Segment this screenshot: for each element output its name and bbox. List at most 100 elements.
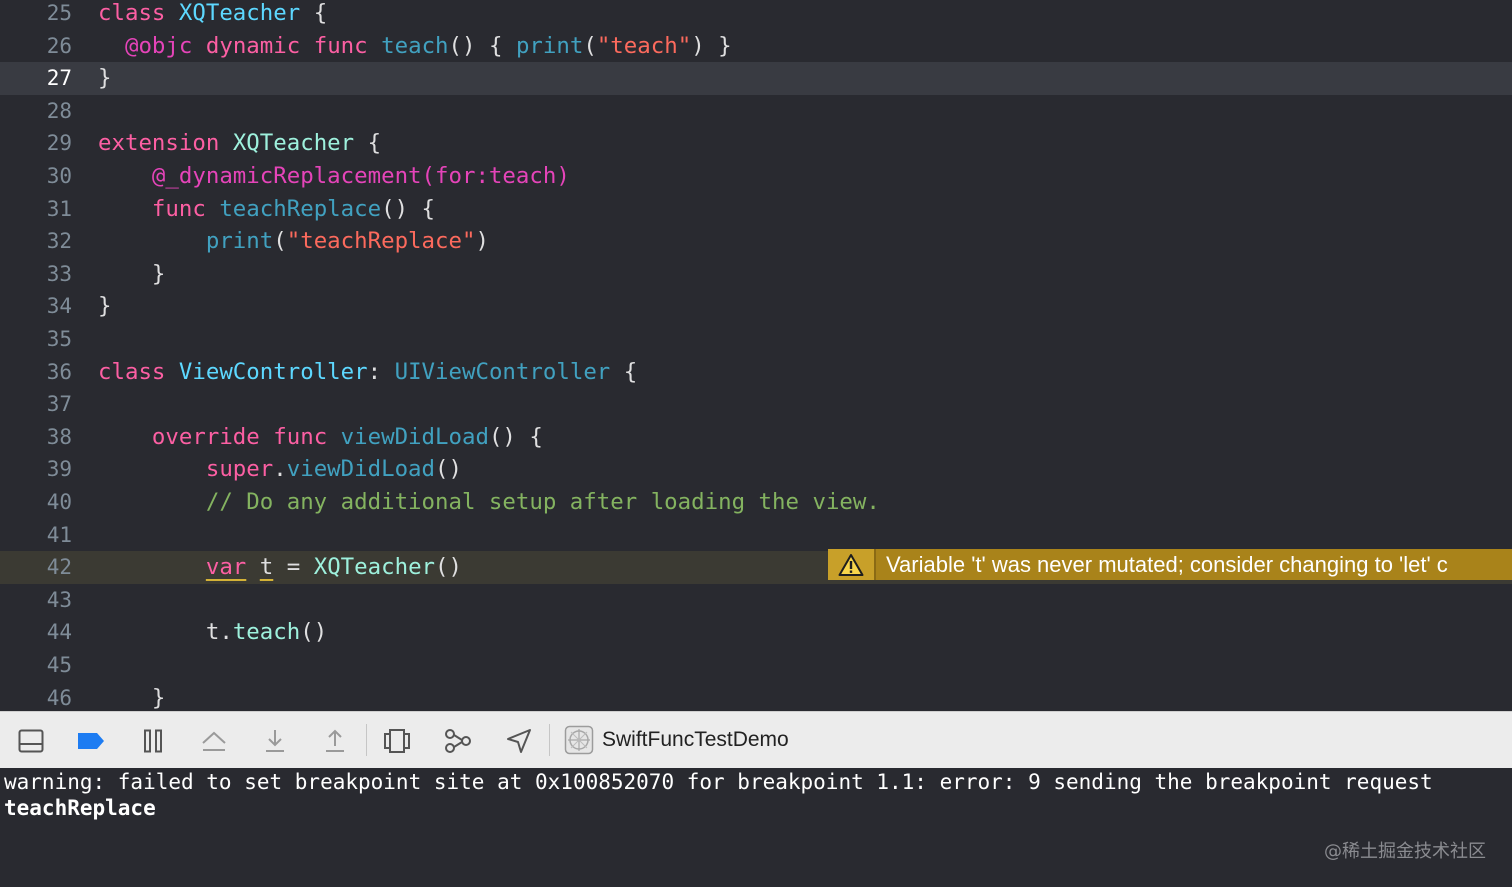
code-text[interactable]: @objc dynamic func teach() { print("teac… <box>98 30 732 63</box>
code-line[interactable]: 29 extension XQTeacher { <box>0 127 1512 160</box>
step-over-icon[interactable] <box>199 726 229 756</box>
code-token: ) <box>475 228 489 255</box>
code-line[interactable]: 44 t.teach() <box>0 616 1512 649</box>
line-number[interactable]: 31 <box>0 193 72 226</box>
code-token: t. <box>98 619 233 646</box>
code-text[interactable]: var t = XQTeacher() <box>98 551 462 584</box>
code-text[interactable]: print("teachReplace") <box>98 225 489 258</box>
line-number[interactable]: 25 <box>0 0 72 30</box>
line-number[interactable]: 46 <box>0 682 72 711</box>
code-line[interactable]: 45 <box>0 649 1512 682</box>
step-into-icon[interactable] <box>260 726 290 756</box>
code-line[interactable]: 28 <box>0 95 1512 128</box>
line-number[interactable]: 26 <box>0 30 72 63</box>
line-number[interactable]: 42 <box>0 551 72 584</box>
code-line[interactable]: 27} <box>0 62 1512 95</box>
code-text[interactable]: override func viewDidLoad() { <box>98 421 543 454</box>
breakpoints-toggle-icon[interactable] <box>76 726 106 756</box>
code-token: : <box>367 358 395 385</box>
code-token: () { <box>488 423 543 450</box>
code-line[interactable]: 30 @_dynamicReplacement(for:teach) <box>0 160 1512 193</box>
code-token: { <box>610 358 638 385</box>
scheme-selector[interactable]: SwiftFuncTestDemo <box>564 724 789 756</box>
line-number[interactable]: 36 <box>0 356 72 389</box>
code-line[interactable]: 46 } <box>0 682 1512 711</box>
line-number[interactable]: 28 <box>0 95 72 128</box>
line-number[interactable]: 32 <box>0 225 72 258</box>
line-number[interactable]: 30 <box>0 160 72 193</box>
code-token: viewDidLoad <box>340 423 489 450</box>
code-token: "teach" <box>596 32 692 59</box>
simulate-location-icon[interactable] <box>504 726 534 756</box>
code-token: } <box>98 684 166 711</box>
debug-console[interactable]: warning: failed to set breakpoint site a… <box>0 768 1512 887</box>
code-line[interactable]: 40 // Do any additional setup after load… <box>0 486 1512 519</box>
code-line[interactable]: 25 class XQTeacher { <box>0 0 1512 30</box>
code-line[interactable]: 39 super.viewDidLoad() <box>0 453 1512 486</box>
code-line[interactable]: 33 } <box>0 258 1512 291</box>
code-token: UIViewController <box>394 358 611 385</box>
line-number[interactable]: 41 <box>0 519 72 552</box>
code-editor[interactable]: 25 class XQTeacher {26 @objc dynamic func… <box>0 0 1512 711</box>
code-text[interactable]: } <box>98 62 111 95</box>
memory-graph-icon[interactable] <box>443 726 473 756</box>
code-line[interactable]: 38 override func viewDidLoad() { <box>0 421 1512 454</box>
code-line[interactable]: 36 class ViewController: UIViewController… <box>0 356 1512 389</box>
line-number[interactable]: 43 <box>0 584 72 617</box>
code-text[interactable]: } <box>98 682 166 711</box>
line-number[interactable]: 27 <box>0 62 72 95</box>
toolbar-divider <box>549 724 550 756</box>
line-number[interactable]: 37 <box>0 388 72 421</box>
code-text[interactable]: class XQTeacher { <box>98 0 327 30</box>
line-number[interactable]: 34 <box>0 290 72 323</box>
line-number[interactable]: 44 <box>0 616 72 649</box>
code-token: func <box>151 195 206 222</box>
view-hierarchy-icon[interactable] <box>382 726 412 756</box>
line-number[interactable]: 29 <box>0 127 72 160</box>
code-line[interactable]: 41 <box>0 519 1512 552</box>
code-text[interactable]: extension XQTeacher { <box>98 127 381 160</box>
code-token: { <box>354 130 382 157</box>
line-number[interactable]: 38 <box>0 421 72 454</box>
code-token: teach <box>232 619 301 646</box>
console-warning-line: warning: failed to set breakpoint site a… <box>4 770 1433 794</box>
code-text[interactable]: t.teach() <box>98 616 327 649</box>
code-line[interactable]: 31 func teachReplace() { <box>0 193 1512 226</box>
step-out-icon[interactable] <box>320 726 350 756</box>
hide-debug-area-icon[interactable] <box>16 726 46 756</box>
code-text[interactable]: } <box>98 290 111 323</box>
code-text[interactable]: class ViewController: UIViewController { <box>98 356 637 389</box>
code-token: dynamic <box>205 32 301 59</box>
code-text[interactable]: // Do any additional setup after loading… <box>98 486 880 519</box>
code-token: "teachReplace" <box>286 228 476 255</box>
code-token: XQTeacher <box>313 554 436 581</box>
warning-triangle-icon <box>828 549 876 580</box>
code-token: t <box>259 554 274 581</box>
code-text[interactable]: } <box>98 258 166 291</box>
code-text[interactable]: func teachReplace() { <box>98 193 435 226</box>
pause-icon[interactable] <box>138 726 168 756</box>
line-number[interactable]: 45 <box>0 649 72 682</box>
line-number[interactable]: 35 <box>0 323 72 356</box>
code-token: } <box>98 293 112 320</box>
line-number[interactable]: 33 <box>0 258 72 291</box>
code-line[interactable]: 34} <box>0 290 1512 323</box>
code-text[interactable]: super.viewDidLoad() <box>98 453 462 486</box>
line-number[interactable]: 39 <box>0 453 72 486</box>
code-line[interactable]: 26 @objc dynamic func teach() { print("t… <box>0 30 1512 63</box>
code-line[interactable]: 35 <box>0 323 1512 356</box>
code-token: @_dynamicReplacement(for:teach) <box>151 163 570 189</box>
code-line[interactable]: 32 print("teachReplace") <box>0 225 1512 258</box>
code-line[interactable]: 37 <box>0 388 1512 421</box>
code-token: () <box>435 456 462 483</box>
warning-banner[interactable]: Variable 't' was never mutated; consider… <box>828 549 1512 580</box>
line-number[interactable]: 40 <box>0 486 72 519</box>
code-line[interactable]: 43 <box>0 584 1512 617</box>
code-text[interactable]: @_dynamicReplacement(for:teach) <box>98 160 570 193</box>
code-token: print <box>205 228 274 255</box>
